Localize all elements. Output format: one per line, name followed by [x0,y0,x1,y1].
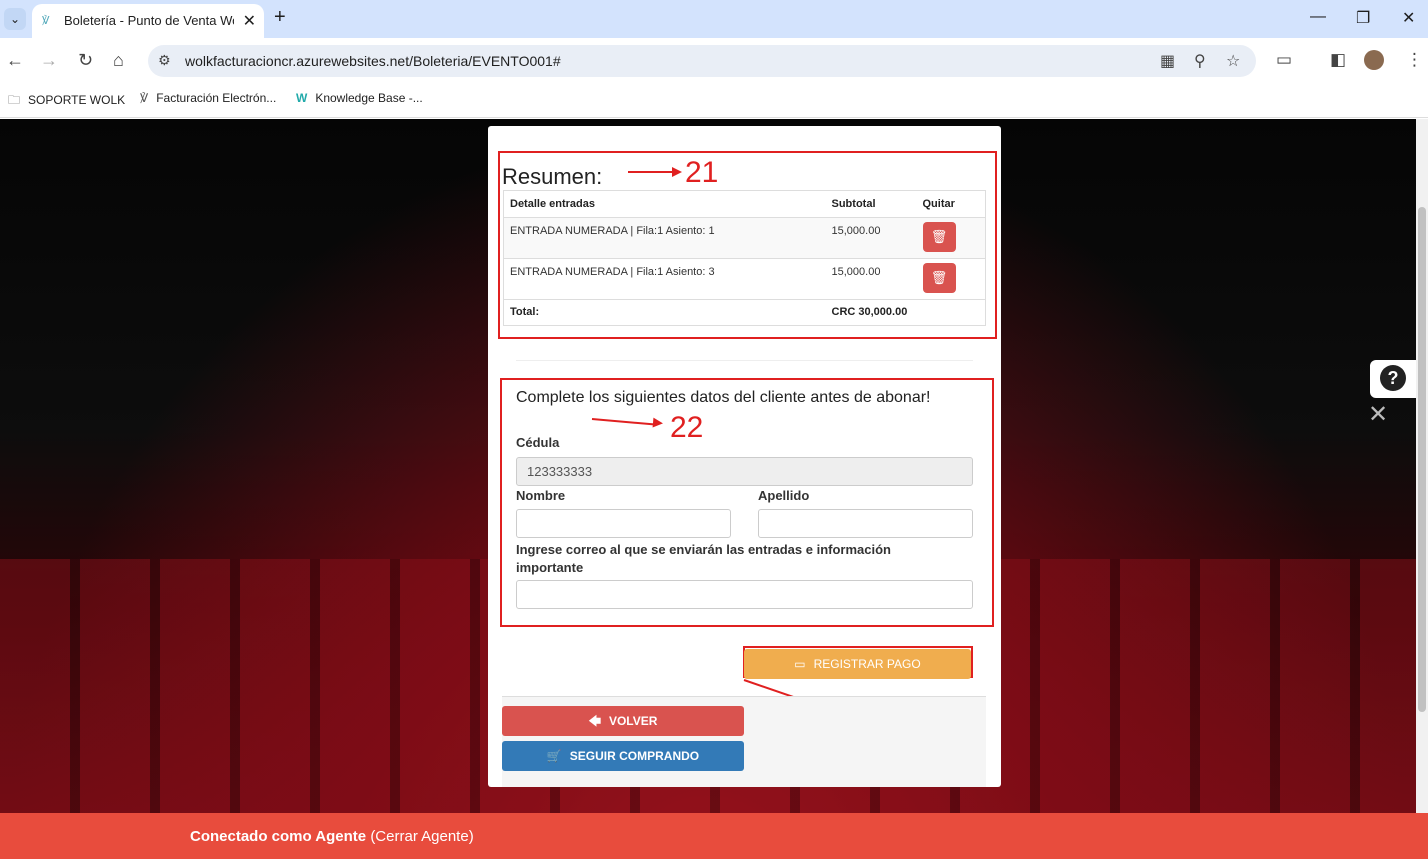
bookmarks-bar: 🗀 SOPORTE WOLK ℣ Facturación Electrón... W… [0,84,1428,118]
tab-search-chevron-icon[interactable]: ⌄ [4,8,26,30]
summary-title: Resumen: [502,164,603,189]
new-tab-icon[interactable]: + [274,6,286,29]
zoom-icon[interactable]: ⚲ [1194,51,1206,71]
bookmark-knowledge-base[interactable]: W Knowledge Base -... [296,91,423,105]
table-total-row: Total: CRC 30,000.00 [503,299,986,326]
browser-tab[interactable]: ℣ Boletería - Punto de Venta Wolk ✕ [32,4,264,38]
apellido-label: Apellido [758,488,810,503]
email-input[interactable] [516,580,973,609]
site-settings-icon[interactable]: ⚙ [158,52,171,69]
folder-icon: 🗀 [8,93,21,107]
trash-icon: 🗑 [930,270,948,285]
agent-status-bar: Conectado como Agente (Cerrar Agente) [0,813,1428,859]
annotation-21: 21 [685,156,719,189]
home-icon[interactable]: ⌂ [113,50,124,71]
remove-ticket-button[interactable]: 🗑 [922,263,956,293]
bookmark-star-icon[interactable]: ☆ [1226,51,1240,71]
question-icon: ? [1380,365,1406,391]
remove-ticket-button[interactable]: 🗑 [922,222,956,252]
table-row: ENTRADA NUMERADA | Fila:1 Asiento: 1 15,… [503,217,986,259]
scrollbar-thumb[interactable] [1418,207,1426,712]
nombre-input[interactable] [516,509,731,538]
credit-card-icon: ▭ [794,657,806,671]
header-subtotal: Subtotal [825,190,917,218]
agent-status-text: Conectado como Agente (Cerrar Agente) [190,828,474,845]
apellido-input[interactable] [758,509,973,538]
table-row: ENTRADA NUMERADA | Fila:1 Asiento: 3 15,… [503,258,986,300]
tab-close-icon[interactable]: ✕ [243,11,256,31]
browser-menu-icon[interactable]: ⋮ [1406,50,1423,70]
nombre-label: Nombre [516,488,566,503]
cart-icon: 🛒 [546,749,562,763]
window-close-icon[interactable]: ✕ [1402,8,1415,28]
summary-table: Detalle entradas Subtotal Quitar ENTRADA… [503,190,986,326]
wolk-w-icon: W [296,91,308,105]
minimize-icon[interactable]: — [1310,8,1326,26]
section-divider [516,360,973,361]
bookmark-facturacion[interactable]: ℣ Facturación Electrón... [140,91,276,105]
annotation-arrowhead-22 [652,417,664,429]
register-payment-button[interactable]: ▭ REGISTRAR PAGO [744,649,971,679]
agent-status: Conectado como Agente [190,828,367,845]
wolk-favicon-icon: ℣ [42,15,50,27]
header-quitar: Quitar [916,190,986,218]
browser-tab-bar: ⌄ ℣ Boletería - Punto de Venta Wolk ✕ + … [0,0,1428,38]
side-panel-icon[interactable]: ◧ [1330,50,1346,70]
annotation-arrowhead-21 [672,167,682,177]
continue-shopping-button[interactable]: 🛒 SEGUIR COMPRANDO [502,741,744,771]
row-detail: ENTRADA NUMERADA | Fila:1 Asiento: 1 [503,217,826,259]
cedula-label: Cédula [516,435,560,450]
reload-icon[interactable]: ↻ [78,50,93,71]
row-subtotal: 15,000.00 [825,258,917,300]
browser-toolbar: ← → ↻ ⌂ ⚙ wolkfacturacioncr.azurewebsite… [0,38,1428,84]
back-button[interactable]: 🡄 VOLVER [502,706,744,736]
arrow-left-icon: 🡄 [588,714,601,728]
page-background-theater: Resumen: 21 Detalle entradas Subtotal Qu… [0,119,1416,813]
trash-icon: 🗑 [930,229,948,244]
form-title: Complete los siguientes datos del client… [516,389,931,406]
translate-icon[interactable]: ▦ [1160,51,1175,71]
table-header-row: Detalle entradas Subtotal Quitar [503,190,986,218]
total-label: Total: [503,299,826,326]
forward-arrow-icon[interactable]: → [40,50,58,71]
total-value: CRC 30,000.00 [825,299,917,326]
row-remove-cell: 🗑 [916,217,986,259]
bookmark-soporte-wolk[interactable]: 🗀 SOPORTE WOLK [8,91,125,112]
back-arrow-icon[interactable]: ← [6,50,24,71]
url-text: wolkfacturacioncr.azurewebsites.net/Bole… [185,53,561,69]
extensions-icon[interactable]: ▭ [1276,50,1292,70]
page-scrollbar[interactable] [1416,119,1428,813]
address-bar[interactable]: ⚙ wolkfacturacioncr.azurewebsites.net/Bo… [148,45,1256,77]
wolk-favicon-icon: ℣ [140,91,149,105]
cedula-input[interactable]: 123333333 [516,457,973,486]
header-detalle: Detalle entradas [503,190,826,218]
help-close-icon[interactable]: ✕ [1368,400,1388,429]
checkout-card: Resumen: 21 Detalle entradas Subtotal Qu… [488,126,1001,787]
close-agent-link[interactable]: (Cerrar Agente) [370,828,473,845]
email-label: Ingrese correo al que se enviarán las en… [516,542,891,575]
row-subtotal: 15,000.00 [825,217,917,259]
help-widget-button[interactable]: ? [1370,360,1416,398]
tab-title: Boletería - Punto de Venta Wolk [64,13,234,28]
restore-icon[interactable]: ❐ [1356,8,1370,28]
annotation-22: 22 [670,411,704,444]
row-remove-cell: 🗑 [916,258,986,300]
annotation-arrow-21 [628,171,674,173]
profile-avatar[interactable] [1364,50,1384,70]
row-detail: ENTRADA NUMERADA | Fila:1 Asiento: 3 [503,258,826,300]
